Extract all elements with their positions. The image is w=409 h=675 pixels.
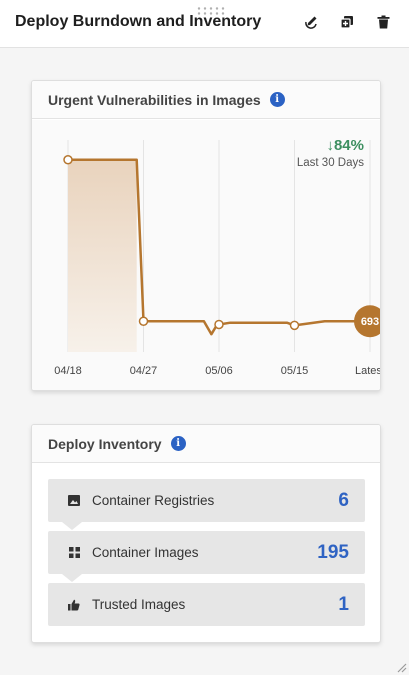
thumbs-up-icon	[67, 598, 81, 612]
inventory-card-header: Deploy Inventory i	[32, 425, 380, 463]
inventory-item-count: 6	[338, 489, 349, 511]
grid-icon	[67, 546, 81, 560]
inventory-item-count: 1	[338, 593, 349, 615]
trend-value: ↓84%	[326, 137, 364, 154]
inventory-item-registries[interactable]: Container Registries 6	[48, 479, 365, 522]
trash-icon[interactable]	[375, 14, 391, 30]
inventory-item-images[interactable]: Container Images 195	[48, 531, 365, 574]
inventory-card: Deploy Inventory i Container Registries …	[31, 424, 381, 643]
data-point	[63, 154, 73, 165]
x-tick-label: Latest	[355, 365, 380, 377]
copy-icon[interactable]	[339, 14, 355, 30]
vulnerabilities-card-header: Urgent Vulnerabilities in Images i	[32, 81, 380, 119]
data-point	[289, 320, 300, 331]
x-tick-label: 04/18	[54, 365, 82, 377]
info-icon[interactable]: i	[269, 92, 285, 107]
widget-header: Deploy Burndown and Inventory	[0, 0, 409, 48]
resize-handle-icon[interactable]	[395, 661, 407, 673]
connector-arrow	[62, 522, 82, 530]
x-tick-label: 04/27	[130, 365, 158, 377]
inventory-item-trusted[interactable]: Trusted Images 1	[48, 583, 365, 626]
info-icon[interactable]: i	[170, 436, 186, 451]
connector-arrow	[62, 574, 82, 582]
edit-icon[interactable]	[303, 14, 319, 30]
data-point	[138, 316, 149, 326]
trend-period: Last 30 Days	[296, 157, 364, 169]
vulnerabilities-card: Urgent Vulnerabilities in Images i ↓84% …	[31, 80, 381, 391]
latest-value-label: 693	[361, 316, 379, 328]
vulnerabilities-chart: ↓84% Last 30 Days 693 04/18 04/27 05/06 05/1…	[32, 120, 380, 390]
widget-title: Deploy Burndown and Inventory	[15, 13, 262, 30]
data-point	[214, 319, 224, 330]
inventory-item-label: Trusted Images	[92, 597, 186, 612]
area-fill	[68, 159, 137, 352]
inventory-item-label: Container Images	[92, 545, 199, 560]
vulnerabilities-card-title: Urgent Vulnerabilities in Images	[48, 91, 261, 108]
inventory-card-title: Deploy Inventory	[48, 435, 162, 452]
inventory-item-label: Container Registries	[92, 493, 215, 508]
x-tick-label: 05/06	[205, 365, 233, 377]
inventory-item-count: 195	[317, 541, 349, 563]
x-tick-label: 05/15	[281, 365, 309, 377]
image-icon	[67, 494, 81, 508]
trend-summary: ↓84% Last 30 Days	[297, 137, 364, 169]
